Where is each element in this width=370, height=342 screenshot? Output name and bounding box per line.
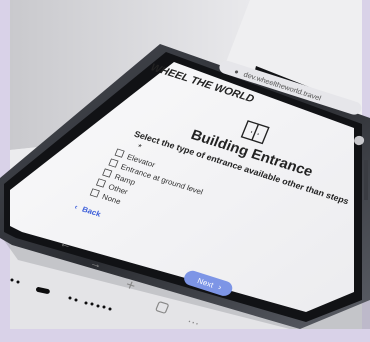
photo-scene [0, 0, 370, 337]
side-button [364, 160, 368, 200]
